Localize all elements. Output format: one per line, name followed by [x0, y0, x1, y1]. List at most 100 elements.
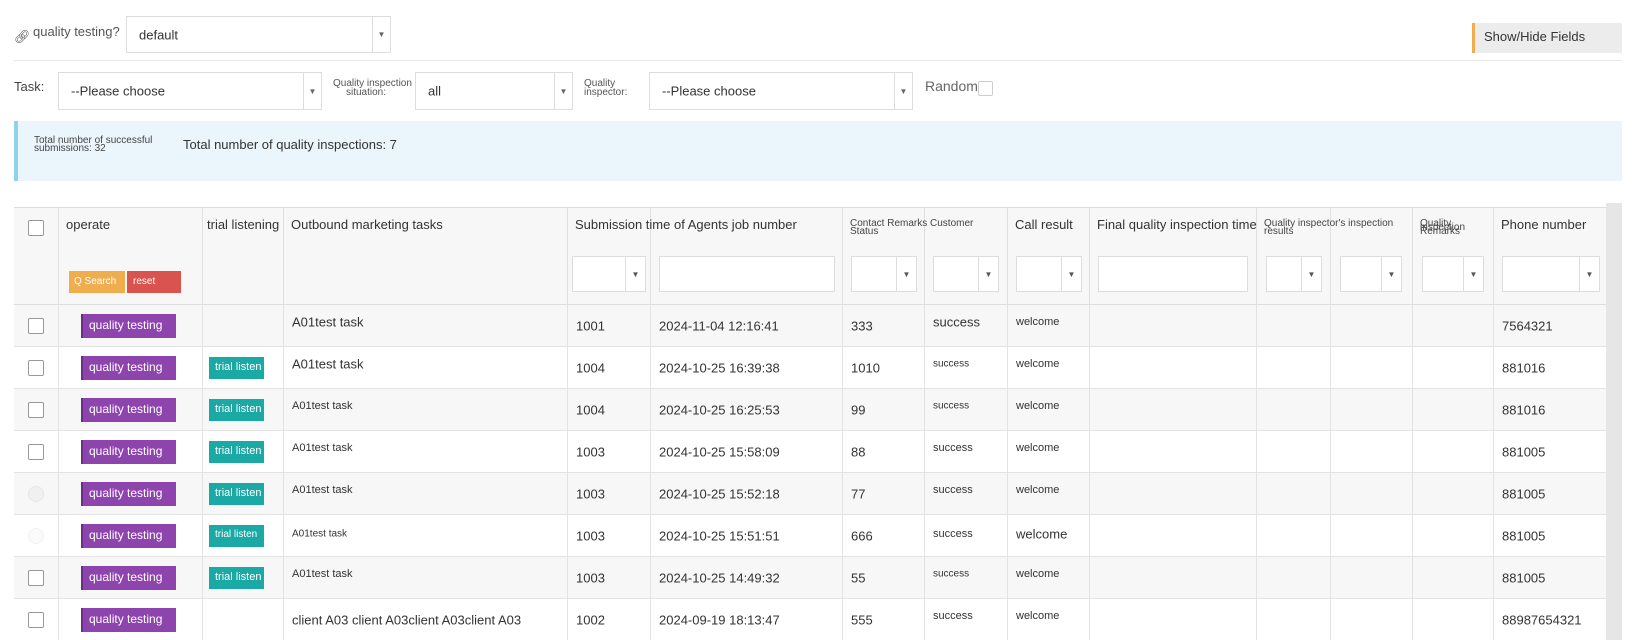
task-cell: A01test task — [292, 483, 353, 496]
table-row: quality testing trial listen A01test tas… — [14, 389, 1606, 431]
remarks-cell: 99 — [851, 402, 866, 418]
time-cell: 2024-09-19 18:13:47 — [659, 612, 780, 628]
show-hide-fields-button[interactable]: Show/Hide Fields — [1472, 23, 1622, 53]
phone-cell: 881016 — [1502, 360, 1546, 376]
header-trial-label: trial listening — [207, 217, 280, 232]
qi-remarks-filter[interactable]: ▼ — [1422, 256, 1484, 292]
chevron-down-icon: ▼ — [1301, 257, 1321, 291]
quality-testing-select[interactable]: default ▼ — [126, 16, 391, 53]
remarks-filter[interactable]: ▼ — [851, 256, 917, 292]
agent-cell: 1003 — [576, 570, 605, 586]
table-scrollbar[interactable] — [1606, 203, 1622, 640]
select-all-checkbox[interactable] — [28, 220, 44, 236]
quality-testing-label: quality testing? — [33, 24, 120, 39]
remarks-cell: 1010 — [851, 360, 880, 376]
header-final-time-label: Final quality inspection time — [1097, 217, 1257, 232]
row-checkbox[interactable] — [28, 318, 44, 334]
quality-testing-value: default — [139, 27, 179, 42]
successful-submissions-line-2: submissions: 32 — [34, 143, 106, 154]
task-select[interactable]: --Please choose ▼ — [58, 72, 322, 110]
header-select-col — [14, 208, 59, 305]
random-checkbox[interactable] — [978, 81, 993, 96]
trial-listen-button[interactable]: trial listen — [209, 441, 264, 463]
header-qi-remarks: Quality inspection Remarks ▼ — [1413, 208, 1494, 305]
remarks-cell: 666 — [851, 528, 873, 544]
chevron-down-icon: ▼ — [372, 17, 390, 52]
agent-cell: 1003 — [576, 444, 605, 460]
trial-listen-button[interactable]: trial listen — [209, 567, 264, 589]
phone-cell: 7564321 — [1502, 318, 1553, 334]
result-cell: welcome — [1016, 567, 1060, 580]
time-cell: 2024-10-25 14:49:32 — [659, 570, 780, 586]
result-cell: welcome — [1016, 526, 1068, 542]
quality-testing-button[interactable]: quality testing — [81, 566, 176, 590]
phone-cell: 88987654321 — [1502, 612, 1582, 628]
search-button[interactable]: Q Search — [69, 271, 125, 293]
agent-cell: 1004 — [576, 402, 605, 418]
quality-testing-button[interactable]: quality testing — [81, 398, 176, 422]
trial-listen-button[interactable]: trial listen — [209, 525, 264, 547]
task-label: Task: — [14, 79, 45, 94]
situation-value: all — [428, 83, 442, 99]
time-filter[interactable] — [659, 256, 835, 292]
chevron-down-icon: ▼ — [896, 257, 916, 291]
submissions-table: operate Q Search reset trial listening O… — [14, 207, 1606, 640]
quality-testing-button[interactable]: quality testing — [81, 482, 176, 506]
header-final-time: Final quality inspection time — [1090, 208, 1257, 305]
quality-testing-button[interactable]: quality testing — [81, 440, 176, 464]
row-checkbox[interactable] — [28, 570, 44, 586]
agent-filter[interactable]: ▼ — [572, 256, 646, 292]
trial-listen-button[interactable]: trial listen — [209, 399, 264, 421]
status-cell: success — [933, 441, 973, 454]
status-cell: success — [933, 314, 980, 330]
table-row: quality testing client A03 client A03cli… — [14, 599, 1606, 640]
chevron-down-icon: ▼ — [1381, 257, 1401, 291]
quality-testing-button[interactable]: quality testing — [81, 524, 176, 548]
header-trial: trial listening — [203, 208, 284, 305]
row-checkbox[interactable] — [28, 402, 44, 418]
agent-cell: 1004 — [576, 360, 605, 376]
qi-results-filter[interactable]: ▼ — [1266, 256, 1322, 292]
table-row: quality testing trial listen A01test tas… — [14, 515, 1606, 557]
row-checkbox[interactable] — [28, 612, 44, 628]
quality-testing-button[interactable]: quality testing — [81, 608, 176, 632]
status-cell: success — [933, 358, 970, 370]
phone-filter[interactable]: ▼ — [1502, 256, 1600, 292]
row-checkbox[interactable] — [28, 528, 44, 544]
table-row: quality testing trial listen A01test tas… — [14, 557, 1606, 599]
header-remarks: Contact Remarks Customer Status ▼ — [843, 208, 973, 305]
header-time — [651, 208, 843, 305]
reset-button[interactable]: reset — [127, 271, 181, 293]
quality-testing-button[interactable]: quality testing — [81, 356, 176, 380]
random-label: Random: — [925, 78, 982, 94]
total-inspections: Total number of quality inspections: 7 — [183, 137, 397, 152]
quality-testing-button[interactable]: quality testing — [81, 314, 176, 338]
task-cell: A01test task — [292, 356, 364, 372]
remarks-cell: 555 — [851, 612, 873, 628]
qi-results-2-filter[interactable]: ▼ — [1340, 256, 1402, 292]
time-cell: 2024-10-25 15:51:51 — [659, 528, 780, 544]
status-filter[interactable]: ▼ — [933, 256, 999, 292]
trial-listen-button[interactable]: trial listen — [209, 357, 264, 379]
time-cell: 2024-10-25 16:39:38 — [659, 360, 780, 376]
trial-listen-button[interactable]: trial listen — [209, 483, 264, 505]
situation-select[interactable]: all ▼ — [415, 72, 573, 110]
chevron-down-icon: ▼ — [1579, 257, 1599, 291]
agent-cell: 1003 — [576, 486, 605, 502]
status-cell: success — [933, 527, 973, 540]
final-time-filter[interactable] — [1098, 256, 1248, 292]
header-status: ▼ — [925, 208, 1008, 305]
situation-label-2: situation: — [346, 87, 387, 98]
row-checkbox[interactable] — [28, 486, 44, 502]
result-cell: welcome — [1016, 315, 1060, 328]
table-row: quality testing trial listen A01test tas… — [14, 347, 1606, 389]
divider — [14, 60, 1622, 61]
inspector-select[interactable]: --Please choose ▼ — [649, 72, 913, 110]
row-checkbox[interactable] — [28, 360, 44, 376]
row-checkbox[interactable] — [28, 444, 44, 460]
task-cell: client A03 client A03client A03client A0… — [292, 612, 522, 628]
chevron-down-icon: ▼ — [1463, 257, 1483, 291]
call-result-filter[interactable]: ▼ — [1016, 256, 1082, 292]
phone-cell: 881005 — [1502, 444, 1546, 460]
inspector-value: --Please choose — [662, 83, 756, 99]
